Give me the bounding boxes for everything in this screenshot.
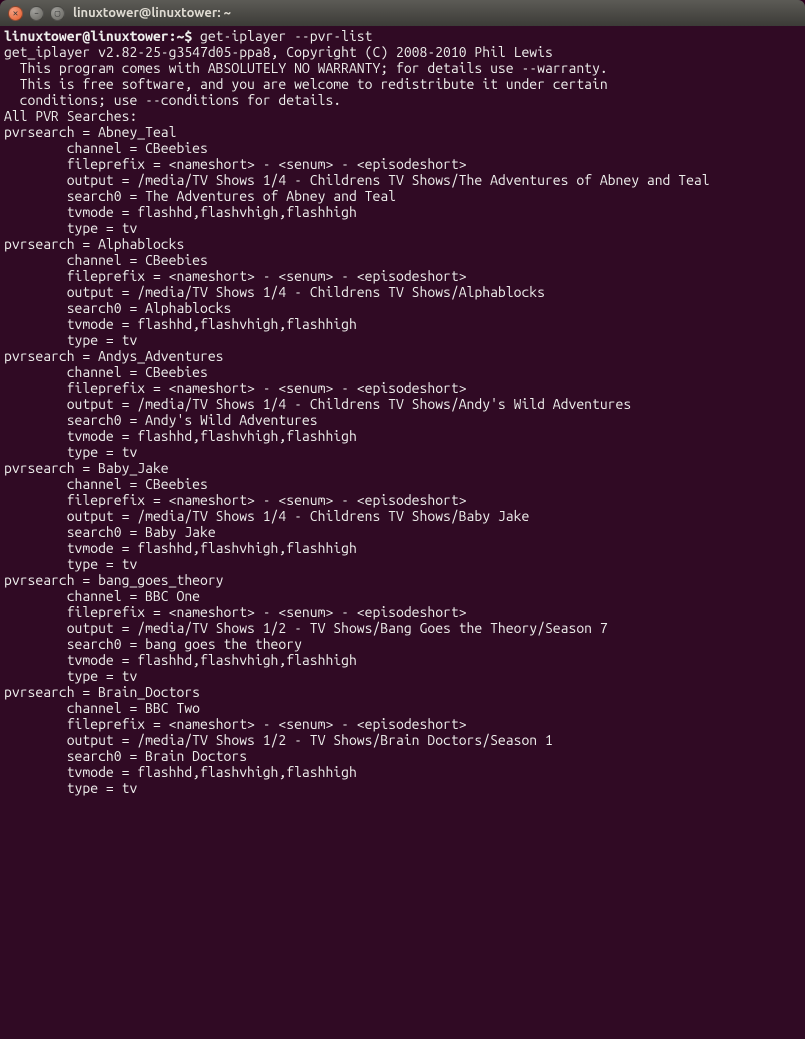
- terminal-line: pvrsearch = Andys_Adventures: [4, 348, 805, 364]
- terminal-line: output = /media/TV Shows 1/4 - Childrens…: [4, 508, 805, 524]
- terminal-line: type = tv: [4, 668, 805, 684]
- titlebar: ✕ – ▢ linuxtower@linuxtower: ~: [0, 0, 805, 26]
- terminal-line: pvrsearch = Alphablocks: [4, 236, 805, 252]
- terminal-line: type = tv: [4, 444, 805, 460]
- terminal-line: search0 = Andy's Wild Adventures: [4, 412, 805, 428]
- terminal-line: tvmode = flashhd,flashvhigh,flashhigh: [4, 652, 805, 668]
- terminal-line: search0 = bang goes the theory: [4, 636, 805, 652]
- terminal-line: channel = CBeebies: [4, 364, 805, 380]
- terminal-line: pvrsearch = Baby_Jake: [4, 460, 805, 476]
- terminal-line: All PVR Searches:: [4, 108, 805, 124]
- terminal-line: search0 = Brain Doctors: [4, 748, 805, 764]
- close-icon[interactable]: ✕: [8, 6, 23, 21]
- terminal-line: search0 = Baby Jake: [4, 524, 805, 540]
- terminal-line: type = tv: [4, 220, 805, 236]
- terminal-line: fileprefix = <nameshort> - <senum> - <ep…: [4, 604, 805, 620]
- terminal-line: pvrsearch = Abney_Teal: [4, 124, 805, 140]
- terminal-line: tvmode = flashhd,flashvhigh,flashhigh: [4, 316, 805, 332]
- terminal-line: search0 = Alphablocks: [4, 300, 805, 316]
- terminal-line: fileprefix = <nameshort> - <senum> - <ep…: [4, 716, 805, 732]
- terminal-line: tvmode = flashhd,flashvhigh,flashhigh: [4, 540, 805, 556]
- terminal-line: output = /media/TV Shows 1/4 - Childrens…: [4, 396, 805, 412]
- terminal-line: channel = BBC Two: [4, 700, 805, 716]
- terminal-line: conditions; use --conditions for details…: [4, 92, 805, 108]
- terminal-line: fileprefix = <nameshort> - <senum> - <ep…: [4, 380, 805, 396]
- terminal-line: output = /media/TV Shows 1/2 - TV Shows/…: [4, 732, 805, 748]
- terminal-output[interactable]: linuxtower@linuxtower:~$ get-iplayer --p…: [0, 26, 805, 1039]
- terminal-line: pvrsearch = Brain_Doctors: [4, 684, 805, 700]
- window-controls: ✕ – ▢: [8, 6, 65, 21]
- terminal-line: type = tv: [4, 780, 805, 796]
- terminal-line: pvrsearch = bang_goes_theory: [4, 572, 805, 588]
- terminal-line: channel = CBeebies: [4, 252, 805, 268]
- terminal-line: type = tv: [4, 556, 805, 572]
- terminal-line: search0 = The Adventures of Abney and Te…: [4, 188, 805, 204]
- terminal-line: tvmode = flashhd,flashvhigh,flashhigh: [4, 204, 805, 220]
- terminal-line: tvmode = flashhd,flashvhigh,flashhigh: [4, 428, 805, 444]
- terminal-line: This is free software, and you are welco…: [4, 76, 805, 92]
- terminal-line: output = /media/TV Shows 1/4 - Childrens…: [4, 172, 805, 188]
- terminal-line: output = /media/TV Shows 1/4 - Childrens…: [4, 284, 805, 300]
- minimize-icon[interactable]: –: [29, 6, 44, 21]
- terminal-line: fileprefix = <nameshort> - <senum> - <ep…: [4, 268, 805, 284]
- terminal-line: get_iplayer v2.82-25-g3547d05-ppa8, Copy…: [4, 44, 805, 60]
- terminal-line: channel = CBeebies: [4, 476, 805, 492]
- maximize-icon[interactable]: ▢: [50, 6, 65, 21]
- terminal-line: channel = BBC One: [4, 588, 805, 604]
- window-title: linuxtower@linuxtower: ~: [73, 6, 231, 20]
- terminal-line: This program comes with ABSOLUTELY NO WA…: [4, 60, 805, 76]
- terminal-line: linuxtower@linuxtower:~$ get-iplayer --p…: [4, 28, 805, 44]
- shell-prompt: linuxtower@linuxtower:~$: [4, 28, 200, 44]
- terminal-line: type = tv: [4, 332, 805, 348]
- terminal-line: fileprefix = <nameshort> - <senum> - <ep…: [4, 156, 805, 172]
- terminal-line: channel = CBeebies: [4, 140, 805, 156]
- terminal-line: output = /media/TV Shows 1/2 - TV Shows/…: [4, 620, 805, 636]
- terminal-line: fileprefix = <nameshort> - <senum> - <ep…: [4, 492, 805, 508]
- terminal-line: tvmode = flashhd,flashvhigh,flashhigh: [4, 764, 805, 780]
